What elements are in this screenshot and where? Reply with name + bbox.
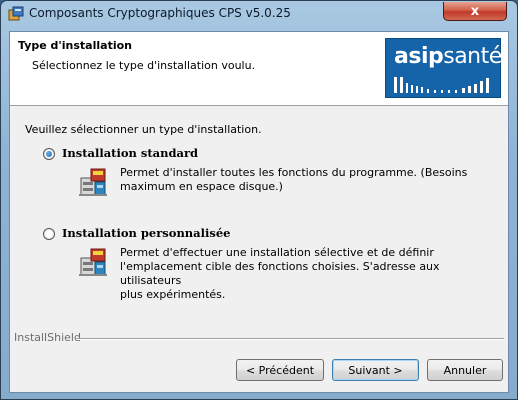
- cancel-button[interactable]: Annuler: [427, 359, 503, 381]
- radio-installation-personnalisee[interactable]: [43, 228, 55, 240]
- option-desc-personnalisee: Permet d'effectuer une installation séle…: [120, 246, 440, 301]
- installer-package-icon: [79, 248, 107, 276]
- header-title: Type d'installation: [18, 39, 132, 52]
- title-bar[interactable]: Composants Cryptographiques CPS v5.0.25 …: [1, 1, 517, 27]
- app-icon: [8, 6, 24, 21]
- window-title: Composants Cryptographiques CPS v5.0.25: [29, 6, 291, 20]
- header-subtitle: Sélectionnez le type d'installation voul…: [32, 59, 256, 72]
- next-button[interactable]: Suivant >: [332, 359, 419, 381]
- footer-divider: [76, 338, 504, 340]
- close-button[interactable]: x: [443, 2, 507, 21]
- close-icon: x: [470, 3, 480, 19]
- option-title-standard[interactable]: Installation standard: [62, 146, 198, 160]
- option-title-personnalisee[interactable]: Installation personnalisée: [62, 226, 230, 240]
- logo-wordmark: asipsanté: [394, 44, 502, 69]
- radio-installation-standard[interactable]: [43, 148, 55, 160]
- dialog-header: Type d'installation Sélectionnez le type…: [10, 32, 508, 106]
- installer-package-icon: [79, 168, 107, 196]
- logo-bars-graphic: [394, 77, 489, 93]
- asip-sante-logo: asipsanté: [385, 38, 502, 98]
- back-button[interactable]: < Précédent: [236, 359, 324, 381]
- installer-window: Composants Cryptographiques CPS v5.0.25 …: [0, 0, 518, 400]
- intro-text: Veuillez sélectionner un type d'installa…: [25, 123, 262, 136]
- option-desc-standard: Permet d'installer toutes les fonctions …: [120, 166, 468, 193]
- dialog-client-area: Type d'installation Sélectionnez le type…: [9, 31, 509, 393]
- installshield-brand: InstallShield: [14, 331, 81, 344]
